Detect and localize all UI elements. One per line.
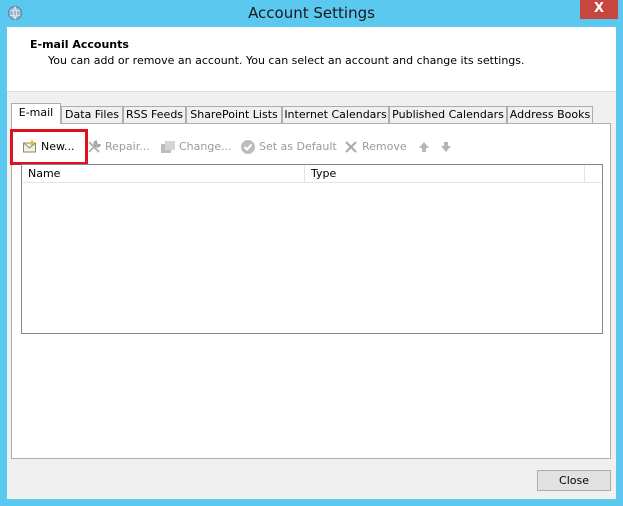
title-bar: Account Settings X [0,0,623,27]
remove-x-icon [345,141,357,153]
set-as-default-label: Set as Default [259,140,337,153]
column-header-type[interactable]: Type [305,165,585,182]
window-title: Account Settings [248,4,375,22]
window-close-button[interactable]: X [580,0,618,19]
repair-button-label: Repair... [105,140,150,153]
wrench-icon [88,139,102,153]
email-tab-panel: New... Repair... Change... Set as Defaul… [10,123,611,459]
repair-button[interactable]: Repair... [86,136,150,158]
close-button[interactable]: Close [537,470,611,491]
tab-address-books[interactable]: Address Books [507,106,593,123]
move-down-button[interactable] [438,136,457,158]
change-icon [161,141,175,153]
change-button-label: Change... [179,140,232,153]
list-header: Name Type [22,165,602,183]
header-subtitle: You can add or remove an account. You ca… [48,54,525,67]
new-button-highlight [10,129,88,165]
tab-email[interactable]: E-mail [11,103,61,124]
tab-data-files[interactable]: Data Files [61,106,123,123]
tab-rss-feeds[interactable]: RSS Feeds [123,106,186,123]
checkmark-icon [241,140,255,154]
header-title: E-mail Accounts [30,38,129,51]
set-as-default-button[interactable]: Set as Default [240,136,337,158]
dialog-client: E-mail Accounts You can add or remove an… [7,27,616,499]
change-button[interactable]: Change... [160,136,232,158]
arrow-down-icon [441,142,451,152]
accounts-list[interactable]: Name Type [21,164,603,334]
tab-published-calendars[interactable]: Published Calendars [389,106,507,123]
header-panel: E-mail Accounts You can add or remove an… [7,27,616,92]
tab-sharepoint-lists[interactable]: SharePoint Lists [186,106,282,123]
arrow-up-icon [419,142,429,152]
remove-button[interactable]: Remove [343,136,407,158]
remove-button-label: Remove [362,140,407,153]
column-header-name[interactable]: Name [22,165,305,182]
tab-internet-calendars[interactable]: Internet Calendars [282,106,389,123]
move-up-button[interactable] [416,136,435,158]
